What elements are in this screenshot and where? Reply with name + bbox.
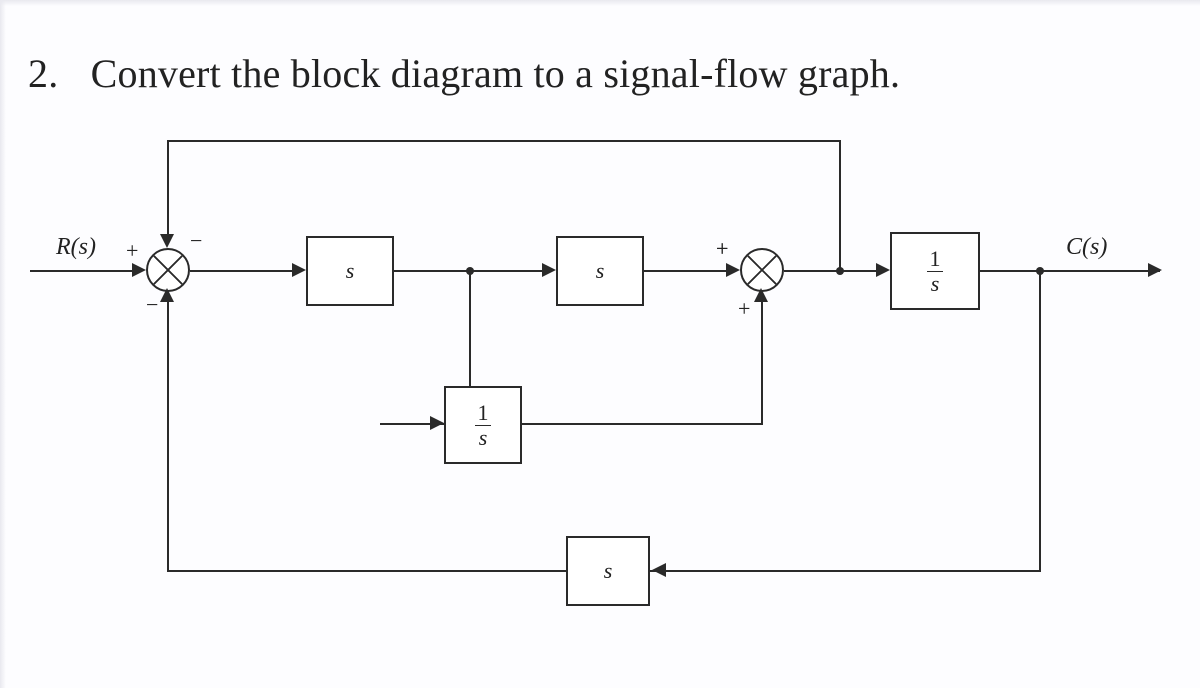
block-g3-fraction: 1 s <box>926 247 945 294</box>
block-g2-label: s <box>596 258 605 284</box>
block-g1-label: s <box>346 258 355 284</box>
wire <box>1039 272 1041 572</box>
sum2-sign-bottom: + <box>738 296 750 322</box>
question-prompt: 2. Convert the block diagram to a signal… <box>28 50 900 97</box>
sum1-sign-top: − <box>190 228 202 254</box>
arrowhead-icon <box>160 234 174 248</box>
block-outer-fb-label: s <box>604 558 613 584</box>
block-inner-fb-den: s <box>475 425 492 449</box>
block-inner-fb-num: 1 <box>474 401 493 424</box>
sum1-sign-left: + <box>126 238 138 264</box>
page: 2. Convert the block diagram to a signal… <box>0 0 1200 688</box>
arrowhead-icon <box>132 263 146 277</box>
summing-junction-2 <box>740 248 784 292</box>
arrowhead-icon <box>754 288 768 302</box>
wire <box>650 570 1041 572</box>
sum2-sign-upper: + <box>716 236 728 262</box>
arrowhead-icon <box>430 416 444 430</box>
wire <box>168 570 566 572</box>
arrowhead-icon <box>726 263 740 277</box>
wire <box>522 423 762 425</box>
block-inner-fb-fraction: 1 s <box>474 401 493 448</box>
block-g3: 1 s <box>890 232 980 310</box>
wire <box>644 270 736 272</box>
wire <box>839 140 841 270</box>
summing-junction-1 <box>146 248 190 292</box>
block-outer-feedback: s <box>566 536 650 606</box>
wire <box>980 270 1160 272</box>
wire <box>168 140 841 142</box>
question-text: Convert the block diagram to a signal-fl… <box>91 51 901 96</box>
wire <box>167 292 169 572</box>
output-label: C(s) <box>1066 234 1107 261</box>
block-g2: s <box>556 236 644 306</box>
wire <box>167 140 169 238</box>
arrowhead-icon <box>542 263 556 277</box>
block-inner-feedback: 1 s <box>444 386 522 464</box>
arrowhead-icon <box>876 263 890 277</box>
wire <box>784 270 886 272</box>
wire <box>30 270 142 272</box>
wire <box>190 270 302 272</box>
wire <box>761 292 763 425</box>
input-label: R(s) <box>56 234 96 261</box>
sum1-sign-bottom: − <box>146 292 158 318</box>
question-number: 2. <box>28 51 58 96</box>
block-g1: s <box>306 236 394 306</box>
block-g3-num: 1 <box>926 247 945 270</box>
arrowhead-icon <box>652 563 666 577</box>
arrowhead-icon <box>1148 263 1162 277</box>
arrowhead-icon <box>160 288 174 302</box>
block-g3-den: s <box>927 271 944 295</box>
arrowhead-icon <box>292 263 306 277</box>
